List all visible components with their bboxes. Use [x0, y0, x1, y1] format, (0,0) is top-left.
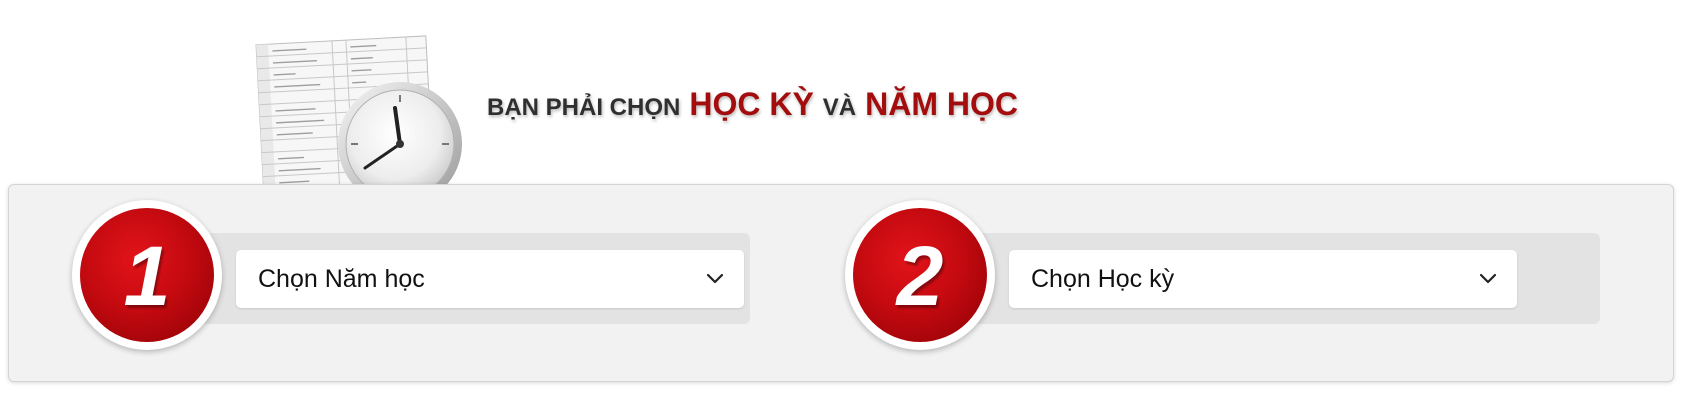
title-connector: VÀ: [822, 94, 857, 121]
semester-select-value: Chọn Học kỳ: [1031, 264, 1175, 293]
step-1-badge: 1: [72, 200, 222, 350]
semester-select[interactable]: Chọn Học kỳ: [1009, 250, 1517, 308]
step-2-badge: 2: [845, 200, 995, 350]
step-1-number: 1: [123, 229, 171, 323]
chevron-down-icon: [704, 268, 726, 290]
school-year-select-value: Chọn Năm học: [258, 264, 425, 293]
page: BẠN PHẢI CHỌN HỌC KỲ VÀ NĂM HỌC 1 Chọn N…: [0, 0, 1690, 404]
page-title: BẠN PHẢI CHỌN HỌC KỲ VÀ NĂM HỌC: [487, 86, 1018, 136]
school-year-select[interactable]: Chọn Năm học: [236, 250, 744, 308]
step-2-number: 2: [896, 229, 944, 323]
title-prefix: BẠN PHẢI CHỌN: [487, 94, 681, 121]
title-year: NĂM HỌC: [865, 86, 1019, 122]
chevron-down-icon: [1477, 268, 1499, 290]
title-term: HỌC KỲ: [689, 86, 814, 122]
